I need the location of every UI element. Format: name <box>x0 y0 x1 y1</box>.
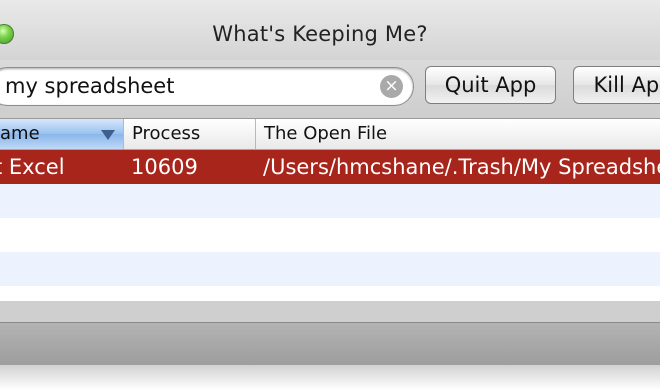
cell-app-name: t Excel <box>0 155 65 179</box>
kill-app-button[interactable]: Kill App <box>573 66 660 104</box>
window-shadow <box>0 365 660 390</box>
process-table: ame Process The Open File t Excel 10609 … <box>0 118 660 301</box>
cell-open-file: /Users/hmcshane/.Trash/My Spreadsheet <box>263 155 660 179</box>
cell-process-id: 10609 <box>131 155 198 179</box>
search-field[interactable]: my spreadsheet × <box>0 67 414 106</box>
app-window: What's Keeping Me? my spreadsheet × Quit… <box>0 0 660 365</box>
search-input[interactable]: my spreadsheet <box>5 74 174 98</box>
window-title: What's Keeping Me? <box>212 22 428 46</box>
column-header-name-label: ame <box>0 123 40 144</box>
column-header-process[interactable]: Process <box>124 119 256 149</box>
column-header-open-file[interactable]: The Open File <box>256 119 660 149</box>
table-row[interactable]: t Excel 10609 /Users/hmcshane/.Trash/My … <box>0 150 660 184</box>
clear-icon[interactable]: × <box>380 75 403 98</box>
column-header-name[interactable]: ame <box>0 119 124 149</box>
bottom-bar <box>0 322 660 365</box>
sort-descending-icon <box>101 130 115 140</box>
empty-row <box>0 218 660 252</box>
empty-row <box>0 252 660 286</box>
table-header: ame Process The Open File <box>0 119 660 150</box>
quit-app-button[interactable]: Quit App <box>425 66 556 104</box>
empty-row <box>0 184 660 218</box>
title-bar[interactable]: What's Keeping Me? <box>0 0 660 60</box>
